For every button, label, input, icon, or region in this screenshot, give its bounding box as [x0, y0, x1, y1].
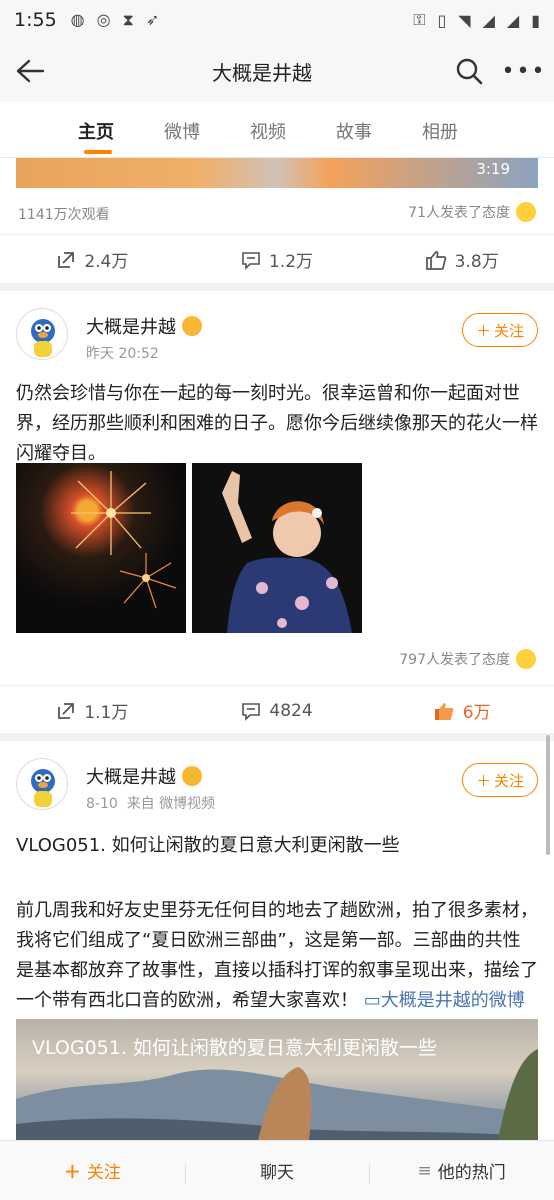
attitude-summary[interactable]: 71人发表了态度 [408, 202, 536, 222]
post-card: 大概是井越 昨天 20:52 ＋关注 仍然会珍惜与你在一起的每一刻时光。很幸运曾… [0, 291, 554, 733]
author-name[interactable]: 大概是井越 [86, 763, 202, 789]
follow-label: 关注 [494, 771, 525, 790]
author-name-text: 大概是井越 [86, 317, 176, 338]
post-source: 来自 微博视频 [126, 796, 216, 812]
fireworks-image[interactable] [16, 463, 186, 633]
hot-posts-label: 他的热门 [437, 1163, 506, 1183]
signal-icon: ◢ [482, 10, 495, 30]
tab-album[interactable]: 相册 [422, 102, 508, 157]
blush-emoji-icon [516, 649, 536, 669]
avatar-image [31, 319, 55, 357]
profile-tabs: 主页 微博 视频 故事 相册 [0, 102, 554, 158]
avatar-image [31, 769, 55, 807]
sync-icon: ◎ [96, 10, 111, 29]
battery-icon: ▮ [531, 10, 540, 30]
post-meta: 8-10 来自 微博视频 [86, 793, 215, 813]
key-icon: ⚿ [413, 10, 426, 29]
kimono-illustration [192, 463, 362, 633]
more-button[interactable]: ••• [494, 40, 554, 102]
thumbs-up-icon [425, 250, 446, 270]
status-time: 1:55 [14, 9, 57, 31]
grin-emoji-icon [516, 202, 536, 222]
scrollbar[interactable] [546, 735, 550, 855]
signal2-icon: ◢ [506, 10, 520, 30]
author-name[interactable]: 大概是井越 [86, 313, 202, 339]
menu-lines-icon: ≡ [417, 1160, 432, 1181]
post-title: VLOG051. 如何让闲散的夏日意大利更闲散一些 [16, 835, 400, 856]
hot-posts-button[interactable]: ≡ 他的热门 [369, 1158, 554, 1184]
attitude-summary[interactable]: 797人发表了态度 [399, 649, 536, 669]
attitude-text: 71人发表了态度 [408, 205, 510, 221]
vip-badge-icon [182, 316, 202, 336]
video-player[interactable]: VLOG051. 如何让闲散的夏日意大利更闲散一些 [16, 1019, 538, 1140]
repost-icon [58, 702, 75, 719]
fireworks-illustration [71, 471, 177, 609]
comment-count: 1.2万 [268, 252, 314, 272]
avatar[interactable] [16, 308, 68, 360]
search-icon [456, 58, 483, 85]
author-name-text: 大概是井越 [86, 767, 176, 788]
chat-label: 聊天 [260, 1163, 294, 1183]
follow-button[interactable]: ＋关注 [462, 313, 538, 347]
tab-story[interactable]: 故事 [336, 102, 422, 157]
plus-icon: ＋ [475, 771, 491, 790]
view-count: 1141万次观看 [18, 207, 110, 223]
plus-icon: ＋ [475, 321, 491, 340]
repost-button[interactable]: 2.4万 [0, 235, 185, 284]
tab-home[interactable]: 主页 [78, 102, 164, 157]
bottom-follow-button[interactable]: ＋ 关注 [0, 1158, 185, 1183]
bottom-bar: ＋ 关注 聊天 ≡ 他的热门 [0, 1140, 554, 1200]
wifi-icon: ◥ [458, 10, 471, 30]
back-arrow-icon [16, 59, 45, 83]
bottom-follow-label: 关注 [86, 1163, 121, 1183]
top-nav: 大概是井越 ••• [0, 40, 554, 102]
like-count: 3.8万 [454, 252, 499, 272]
vip-badge-icon [182, 766, 202, 786]
hourglass-icon: ⧗ [122, 10, 134, 29]
feed: 3:19 1141万次观看 71人发表了态度 2.4万 1.2万 3.8万 大概… [0, 158, 554, 1140]
post-time: 昨天 20:52 [86, 346, 159, 362]
repost-count: 2.4万 [84, 252, 129, 272]
search-button[interactable] [444, 40, 494, 102]
page-title: 大概是井越 [212, 60, 312, 85]
video-thumbnail[interactable]: 3:19 [16, 158, 538, 188]
thumbs-up-liked-icon [434, 702, 454, 720]
action-row: 1.1万 4824 6万 [0, 685, 554, 735]
globe-icon: ◍ [70, 10, 85, 29]
post-time: 8-10 [86, 796, 118, 812]
repost-count: 1.1万 [84, 703, 129, 723]
vibrate-icon: ▯ [437, 10, 447, 30]
status-bar: 1:55 ◍ ◎ ⧗ ➶ ⚿ ▯ ◥ ◢ ◢ ▮ [0, 0, 554, 40]
video-duration: 3:19 [476, 160, 510, 178]
follow-button[interactable]: ＋关注 [462, 763, 538, 797]
comment-count: 4824 [269, 700, 313, 721]
post-card: 3:19 1141万次观看 71人发表了态度 2.4万 1.2万 3.8万 [0, 158, 554, 283]
chat-button[interactable]: 聊天 [184, 1158, 370, 1184]
repost-icon [58, 251, 75, 268]
post-text: 仍然会珍惜与你在一起的每一刻时光。很幸运曾和你一起面对世界，经历那些顺利和困难的… [16, 383, 538, 464]
tab-weibo[interactable]: 微博 [164, 102, 250, 157]
post-card: 大概是井越 8-10 来自 微博视频 ＋关注 VLOG051. 如何让闲散的夏日… [0, 741, 554, 1140]
follow-label: 关注 [494, 321, 525, 340]
action-row: 2.4万 1.2万 3.8万 [0, 234, 554, 284]
comment-button[interactable]: 1.2万 [185, 235, 370, 284]
attitude-text: 797人发表了态度 [399, 652, 510, 668]
video-link-icon: ▭ [363, 990, 381, 1011]
comment-button[interactable]: 4824 [185, 686, 370, 735]
comment-icon [242, 251, 260, 270]
like-button[interactable]: 3.8万 [369, 235, 554, 284]
like-count: 6万 [462, 703, 491, 723]
like-button[interactable]: 6万 [369, 686, 554, 735]
plus-icon: ＋ [63, 1163, 81, 1183]
back-button[interactable] [0, 40, 60, 102]
more-dots-icon: ••• [501, 58, 547, 84]
kimono-photo[interactable] [192, 463, 362, 633]
tab-video[interactable]: 视频 [250, 102, 336, 157]
rocket-icon: ➶ [145, 10, 160, 29]
video-title: VLOG051. 如何让闲散的夏日意大利更闲散一些 [32, 1037, 437, 1059]
repost-button[interactable]: 1.1万 [0, 686, 185, 735]
avatar[interactable] [16, 758, 68, 810]
comment-icon [242, 702, 261, 721]
